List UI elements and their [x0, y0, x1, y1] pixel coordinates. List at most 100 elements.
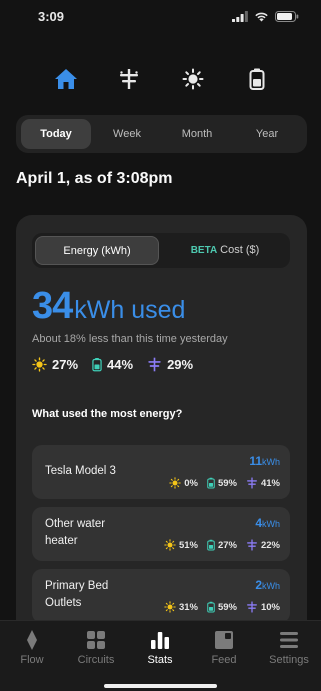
energy-toggle-button[interactable]: Energy (kWh): [35, 236, 159, 265]
circuit-solar-value: 31%: [178, 601, 198, 613]
signal-icon: [232, 11, 248, 22]
circuit-usage-value: 11: [249, 454, 262, 468]
period-tab-year[interactable]: Year: [232, 119, 302, 149]
battery-nav-button[interactable]: [240, 62, 274, 96]
unit-toggle: Energy (kWh) BETA Cost ($): [32, 233, 290, 268]
solar-icon: [169, 477, 181, 489]
wifi-icon: [255, 12, 268, 22]
mix-battery: 44%: [92, 357, 133, 372]
circuit-battery-value: 27%: [217, 539, 237, 551]
circuit-usage: 4kWh: [255, 516, 280, 530]
home-icon: [55, 69, 77, 89]
circuit-mix: 31% 59% 10%: [164, 601, 280, 613]
circuit-row[interactable]: Tesla Model 3 11kWh 0% 59% 41%: [32, 445, 290, 499]
period-tab-today[interactable]: Today: [21, 119, 91, 149]
utility-pole-icon: [247, 601, 257, 613]
cost-toggle-button[interactable]: BETA Cost ($): [163, 236, 287, 265]
circuit-solar: 0%: [169, 477, 198, 489]
circuit-usage-unit: kWh: [262, 457, 280, 467]
solar-icon: [164, 601, 176, 613]
period-tab-month[interactable]: Month: [162, 119, 232, 149]
circuit-solar-value: 0%: [184, 477, 198, 489]
mix-solar-value: 27%: [52, 357, 79, 372]
mix-battery-value: 44%: [107, 357, 134, 372]
circuit-name: Other water heater: [45, 518, 106, 547]
home-indicator[interactable]: [104, 684, 217, 688]
total-usage-value: 34: [32, 285, 73, 327]
circuit-battery-value: 59%: [217, 477, 237, 489]
beta-badge: BETA: [190, 245, 218, 256]
circuit-usage-value: 2: [255, 578, 262, 592]
flow-icon: [27, 630, 37, 650]
settings-icon: [280, 632, 298, 648]
mix-solar: 27%: [32, 357, 78, 372]
circuit-name: Primary Bed Outlets: [45, 580, 109, 609]
circuit-battery: 59%: [207, 477, 237, 489]
circuit-grid: 10%: [246, 601, 280, 613]
tab-feed[interactable]: Feed: [192, 629, 256, 666]
mix-grid: 29%: [147, 357, 193, 372]
date-heading: April 1, as of 3:08pm: [16, 170, 173, 187]
solar-nav-button[interactable]: [176, 62, 210, 96]
circuit-mix: 51% 27% 22%: [164, 539, 280, 551]
tab-settings-label: Settings: [269, 654, 309, 666]
period-tab-week[interactable]: Week: [92, 119, 162, 149]
circuit-usage-unit: kWh: [262, 581, 280, 591]
total-usage: 34kWh used: [32, 285, 185, 328]
status-icons: [232, 11, 299, 22]
battery-icon: [207, 601, 215, 613]
tab-flow-label: Flow: [20, 654, 44, 666]
circuit-grid-value: 22%: [260, 539, 280, 551]
circuit-usage: 11kWh: [249, 454, 280, 468]
tab-circuits-label: Circuits: [77, 654, 115, 666]
app-screen: 3:09 Today Week Month Year April 1, as o…: [0, 0, 321, 691]
utility-pole-icon: [120, 69, 138, 89]
tab-stats-label: Stats: [147, 654, 173, 666]
tab-flow[interactable]: Flow: [0, 629, 64, 666]
utility-pole-icon: [247, 539, 257, 551]
top-nav: [0, 62, 321, 96]
battery-icon: [207, 477, 215, 489]
status-bar: 3:09: [0, 0, 321, 34]
breakdown-heading: What used the most energy?: [32, 408, 183, 420]
circuit-row[interactable]: Primary Bed Outlets 2kWh 31% 59% 10%: [32, 569, 290, 623]
circuit-grid-value: 41%: [260, 477, 280, 489]
circuits-icon: [87, 631, 105, 649]
comparison-text: About 18% less than this time yesterday: [32, 333, 228, 345]
sun-icon: [182, 68, 204, 90]
tab-circuits[interactable]: Circuits: [64, 629, 128, 666]
circuit-solar-value: 51%: [178, 539, 198, 551]
solar-icon: [164, 539, 176, 551]
utility-pole-icon: [148, 357, 161, 372]
tab-stats[interactable]: Stats: [128, 629, 192, 666]
battery-icon: [249, 68, 265, 90]
tab-feed-label: Feed: [211, 654, 237, 666]
mix-grid-value: 29%: [167, 357, 194, 372]
circuit-battery-value: 59%: [217, 601, 237, 613]
period-selector: Today Week Month Year: [16, 115, 307, 153]
circuit-usage-unit: kWh: [262, 519, 280, 529]
circuit-name: Tesla Model 3: [45, 465, 116, 477]
battery-icon: [92, 357, 102, 372]
usage-card: Energy (kWh) BETA Cost ($) 34kWh used Abo…: [16, 215, 307, 645]
stats-icon: [151, 632, 169, 649]
circuit-grid-value: 10%: [260, 601, 280, 613]
circuit-row[interactable]: Other water heater 4kWh 51% 27% 22%: [32, 507, 290, 561]
tab-settings[interactable]: Settings: [257, 629, 321, 666]
tab-bar: Flow Circuits Stats Feed Settings: [0, 620, 321, 691]
battery-icon: [207, 539, 215, 551]
circuit-mix: 0% 59% 41%: [169, 477, 280, 489]
grid-nav-button[interactable]: [112, 62, 146, 96]
circuit-usage: 2kWh: [255, 578, 280, 592]
circuit-battery: 27%: [207, 539, 237, 551]
cost-label: Cost ($): [220, 244, 260, 256]
feed-icon: [215, 631, 233, 649]
circuit-usage-value: 4: [255, 516, 262, 530]
battery-status-icon: [275, 11, 299, 22]
utility-pole-icon: [247, 477, 257, 489]
energy-mix: 27% 44% 29%: [32, 357, 193, 372]
circuit-battery: 59%: [207, 601, 237, 613]
circuit-solar: 51%: [164, 539, 198, 551]
circuit-solar: 31%: [164, 601, 198, 613]
home-nav-button[interactable]: [49, 62, 83, 96]
